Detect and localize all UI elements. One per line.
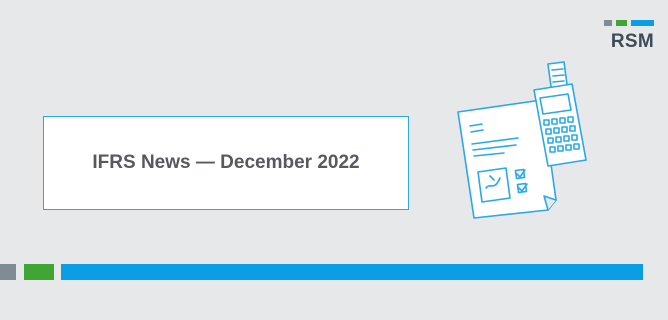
bottom-bar-gray [0, 264, 16, 280]
logo-color-bars [604, 20, 654, 26]
news-banner: RSM IFRS News — December 2022 [0, 0, 668, 320]
logo-bar-blue [631, 20, 654, 26]
logo-text: RSM [610, 31, 654, 52]
bottom-bar-green [24, 264, 54, 280]
logo-bar-gray [604, 20, 613, 26]
rsm-logo: RSM [598, 20, 654, 52]
bottom-color-bars [0, 264, 668, 280]
title-box: IFRS News — December 2022 [43, 116, 409, 210]
banner-title: IFRS News — December 2022 [92, 152, 360, 173]
bottom-bar-blue [61, 264, 643, 280]
document-with-calculator-icon [457, 61, 587, 219]
logo-bar-green [616, 20, 628, 26]
